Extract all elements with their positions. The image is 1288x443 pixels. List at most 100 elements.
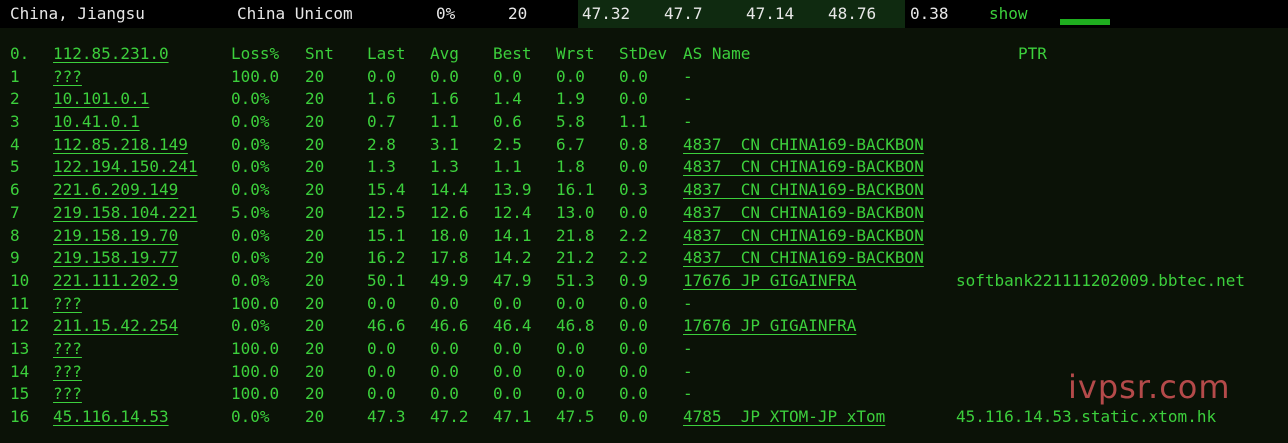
cell-idx: 10 (10, 270, 30, 290)
summary-latency-4: 48.76 (828, 4, 877, 23)
header-best: Best (493, 44, 532, 63)
cell-best: 0.0 (493, 293, 522, 313)
cell-as[interactable]: 4837 CN CHINA169-BACKBON (683, 180, 924, 199)
cell-loss: 0.0% (231, 316, 270, 336)
cell-ip[interactable]: 219.158.19.77 (53, 248, 178, 267)
cell-as: - (683, 89, 693, 109)
cell-snt: 20 (305, 293, 325, 313)
cell-last: 2.8 (367, 134, 396, 154)
watermark: ivpsr.com (1068, 368, 1231, 406)
cell-idx: 3 (10, 112, 20, 132)
cell-best: 1.4 (493, 89, 522, 109)
cell-ip[interactable]: 10.101.0.1 (53, 89, 149, 108)
cell-as[interactable]: 4837 CN CHINA169-BACKBON (683, 226, 924, 245)
table-row: 2 10.101.0.1 0.0% 20 1.6 1.6 1.4 1.9 0.0 - (0, 89, 1288, 112)
cell-as: - (683, 361, 693, 381)
cell-ip[interactable]: 10.41.0.1 (53, 112, 140, 131)
header-stdev: StDev (619, 44, 668, 63)
cell-ptr: 45.116.14.53.static.xtom.hk (956, 407, 1217, 426)
cell-as[interactable]: 17676 JP GIGAINFRA (683, 271, 856, 290)
cell-idx: 9 (10, 248, 20, 268)
cell-as[interactable]: 4785 JP XTOM-JP xTom (683, 407, 885, 426)
cell-best: 0.0 (493, 66, 522, 86)
cell-ip[interactable]: 219.158.104.221 (53, 203, 198, 222)
cell-avg: 0.0 (430, 66, 459, 86)
cell-ip[interactable]: ??? (53, 67, 82, 86)
cell-best: 47.1 (493, 407, 532, 426)
cell-best: 0.0 (493, 338, 522, 358)
cell-snt: 20 (305, 180, 325, 200)
table-row: 1??? 100.0 20 0.0 0.0 0.0 0.0 0.0 - (0, 67, 1288, 90)
cell-avg: 1.1 (430, 112, 459, 132)
cell-idx: 15 (10, 384, 30, 404)
cell-as: - (683, 338, 693, 358)
cell-best: 2.5 (493, 134, 522, 154)
cell-snt: 20 (305, 338, 325, 358)
cell-as[interactable]: 4837 CN CHINA169-BACKBON (683, 248, 924, 267)
cell-ip[interactable]: ??? (53, 339, 82, 358)
header-target-ip[interactable]: 112.85.231.0 (53, 44, 169, 63)
cell-avg: 0.0 (430, 361, 459, 381)
cell-stdev: 0.3 (619, 180, 648, 200)
cell-loss: 0.0% (231, 89, 270, 109)
cell-as[interactable]: 17676 JP GIGAINFRA (683, 316, 856, 335)
cell-stdev: 0.0 (619, 202, 648, 222)
cell-avg: 12.6 (430, 202, 469, 222)
cell-wrst: 13.0 (556, 202, 595, 222)
cell-idx: 13 (10, 338, 30, 358)
cell-as: - (683, 66, 693, 86)
cell-wrst: 21.8 (556, 225, 595, 245)
cell-idx: 8 (10, 225, 20, 245)
cell-as[interactable]: 4837 CN CHINA169-BACKBON (683, 135, 924, 154)
cell-ip[interactable]: 221.111.202.9 (53, 271, 178, 290)
cell-ip[interactable]: 219.158.19.70 (53, 226, 178, 245)
cell-avg: 17.8 (430, 248, 469, 268)
cell-ip[interactable]: ??? (53, 384, 82, 403)
cell-as: - (683, 384, 693, 404)
cell-ip[interactable]: 122.194.150.241 (53, 157, 198, 176)
cell-last: 0.0 (367, 66, 396, 86)
cell-ip[interactable]: 221.6.209.149 (53, 180, 178, 199)
cell-wrst: 21.2 (556, 248, 595, 268)
cell-wrst: 1.8 (556, 157, 585, 177)
header-loss: Loss% (231, 44, 280, 63)
cell-last: 1.6 (367, 89, 396, 109)
cell-as: - (683, 112, 693, 132)
cell-as[interactable]: 4837 CN CHINA169-BACKBON (683, 203, 924, 222)
cell-ip[interactable]: ??? (53, 362, 82, 381)
header-snt: Snt (305, 44, 334, 63)
cell-stdev: 1.1 (619, 112, 648, 132)
cell-snt: 20 (305, 407, 325, 426)
table-row: 7 219.158.104.221 5.0% 20 12.5 12.6 12.4 13.0 0.… (0, 203, 1288, 226)
cell-ip[interactable]: 45.116.14.53 (53, 407, 169, 426)
cell-ptr: softbank221111202009.bbtec.net (956, 270, 1245, 290)
show-toggle[interactable]: show (989, 4, 1028, 23)
cell-as[interactable]: 4837 CN CHINA169-BACKBON (683, 157, 924, 176)
cell-loss: 0.0% (231, 225, 270, 245)
summary-isp: China Unicom (237, 4, 353, 23)
cell-snt: 20 (305, 112, 325, 132)
cell-stdev: 0.0 (619, 293, 648, 313)
summary-latency-2: 47.7 (664, 4, 703, 23)
header-wrst: Wrst (556, 44, 595, 63)
cell-stdev: 0.8 (619, 134, 648, 154)
cell-snt: 20 (305, 134, 325, 154)
cell-best: 47.9 (493, 270, 532, 290)
cell-wrst: 51.3 (556, 270, 595, 290)
cell-wrst: 0.0 (556, 384, 585, 404)
cell-stdev: 0.0 (619, 361, 648, 381)
cell-loss: 100.0 (231, 361, 280, 381)
cell-ip[interactable]: ??? (53, 294, 82, 313)
summary-location: China, Jiangsu (10, 4, 145, 23)
header-avg: Avg (430, 44, 459, 63)
header-ptr: PTR (1018, 44, 1047, 63)
cell-snt: 20 (305, 225, 325, 245)
cell-ip[interactable]: 211.15.42.254 (53, 316, 178, 335)
table-row: 13??? 100.0 20 0.0 0.0 0.0 0.0 0.0 - (0, 339, 1288, 362)
cell-ip[interactable]: 112.85.218.149 (53, 135, 188, 154)
header-last: Last (367, 44, 406, 63)
cell-last: 0.7 (367, 112, 396, 132)
cell-last: 0.0 (367, 361, 396, 381)
cell-snt: 20 (305, 270, 325, 290)
cell-avg: 0.0 (430, 384, 459, 404)
